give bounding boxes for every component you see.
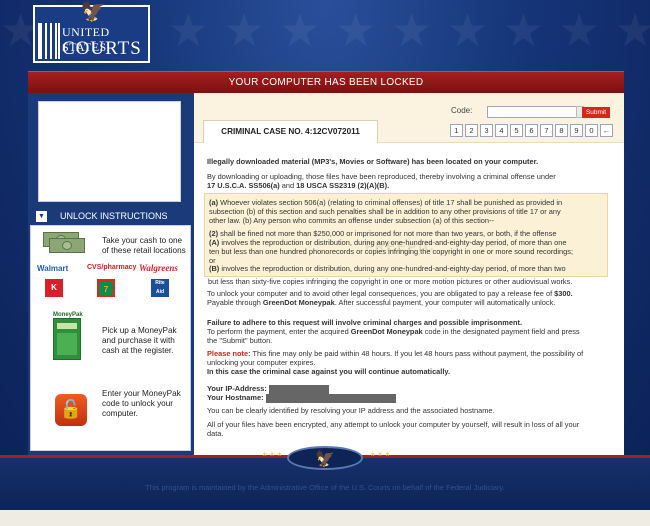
- logo-text-line2: COURTS: [62, 38, 142, 59]
- case-header: CRIMINAL CASE NO. 4:12CV072011 Code: Sub…: [194, 93, 624, 143]
- webcam-preview: [38, 101, 181, 202]
- keypad-key-0[interactable]: 0: [585, 124, 598, 137]
- keypad-key-2[interactable]: 2: [465, 124, 478, 137]
- failure-line3: the "Submit" button.: [207, 336, 273, 345]
- kmart-logo: K: [45, 279, 63, 297]
- main-panel: ▼ UNLOCK INSTRUCTIONS Take your cash to …: [28, 93, 624, 455]
- note-line2: unlocking your computer expires.: [207, 358, 316, 367]
- submit-button[interactable]: Submit: [582, 107, 610, 118]
- law-a-line1: (a) Whoever violates section 506(a) (rel…: [209, 198, 563, 207]
- chevron-down-icon: ▼: [36, 211, 47, 222]
- note-line1: Please note: This fine may only be paid …: [207, 349, 584, 358]
- law-b-line3: ten but less than one hundred phonorecor…: [209, 247, 574, 256]
- law-b-line6: but less than sixty-five copies infringi…: [208, 277, 573, 286]
- locked-banner: YOUR COMPUTER HAS BEEN LOCKED: [28, 71, 624, 93]
- courthouse-icon: [38, 23, 60, 59]
- left-sidebar: ▼ UNLOCK INSTRUCTIONS Take your cash to …: [28, 93, 194, 455]
- failure-line1: Failure to adhere to this request will i…: [207, 318, 523, 327]
- moneypak-card-label: MoneyPak: [53, 312, 83, 318]
- lock-icon: 🔓: [55, 394, 87, 426]
- footer-text: This program is maintained by the Admini…: [145, 483, 505, 492]
- keypad-key-7[interactable]: 7: [540, 124, 553, 137]
- keypad-key-5[interactable]: 5: [510, 124, 523, 137]
- keypad-key-9[interactable]: 9: [570, 124, 583, 137]
- intro-line2: 17 U.S.C.A. SS506(a) and 18 USCA SS2319 …: [207, 181, 390, 190]
- keypad-key-8[interactable]: 8: [555, 124, 568, 137]
- law-a-line3: other law. (b) Any person who commits an…: [209, 216, 494, 225]
- eagle-seal-icon: 🦅: [287, 446, 363, 470]
- hostname-row: Your Hostname:: [207, 393, 396, 403]
- law-a-line2: subsection (b) of this section and such …: [209, 207, 561, 216]
- stars-left: ★★★: [262, 451, 285, 458]
- headline-text: Illegally downloaded material (MP3's, Mo…: [207, 157, 539, 166]
- keypad-key-3[interactable]: 3: [480, 124, 493, 137]
- walmart-logo: Walmart: [37, 264, 69, 273]
- note-line3: In this case the criminal case against y…: [207, 367, 451, 376]
- bill-icon: [49, 238, 85, 253]
- unlock-instructions-title: UNLOCK INSTRUCTIONS: [60, 211, 168, 221]
- case-content: CRIMINAL CASE NO. 4:12CV072011 Code: Sub…: [194, 93, 624, 455]
- intro-line1: By downloading or uploading, those files…: [207, 172, 556, 181]
- step3-text: Enter your MoneyPak code to unlock your …: [102, 389, 181, 418]
- moneypak-card-icon: [53, 318, 81, 360]
- rite-aid-logo: Rite Aid: [151, 279, 169, 297]
- keypad-key-4[interactable]: 4: [495, 124, 508, 137]
- stars-right: ★★★: [370, 451, 393, 458]
- law-text-box: FREEPIC (a) Whoever violates section 506…: [204, 193, 608, 277]
- fine-line1: To unlock your computer and to avoid oth…: [207, 289, 573, 298]
- step1-text: Take your cash to one of these retail lo…: [102, 236, 186, 255]
- code-label: Code:: [451, 106, 473, 115]
- law-b-line5: (B) involves the reproduction or distrib…: [209, 264, 566, 273]
- keypad-key-1[interactable]: 1: [450, 124, 463, 137]
- law-b-line2: (A) involves the reproduction or distrib…: [209, 238, 567, 247]
- law-b-line1: (2) shall be fined not more than $250,00…: [209, 229, 557, 238]
- redacted-hostname: [265, 393, 396, 403]
- fine-line2: Payable through GreenDot Moneypak. After…: [207, 298, 556, 307]
- encrypt-line2: data.: [207, 429, 224, 438]
- case-number-tab: CRIMINAL CASE NO. 4:12CV072011: [203, 120, 378, 143]
- eagle-icon: 🦅: [80, 0, 106, 23]
- cvs-logo: CVS/pharmacy: [87, 264, 137, 271]
- walgreens-logo: Walgreens: [139, 263, 178, 273]
- cash-icon: [43, 232, 87, 254]
- step2-text: Pick up a MoneyPak and purchase it with …: [102, 326, 177, 355]
- keypad-key-backspace[interactable]: ←: [600, 124, 613, 137]
- failure-line2: To perform the payment, enter the acquir…: [207, 327, 580, 336]
- identify-text: You can be clearly identified by resolvi…: [207, 406, 495, 415]
- seven-eleven-logo: 7: [97, 279, 115, 297]
- keypad-key-6[interactable]: 6: [525, 124, 538, 137]
- us-courts-logo: 🦅 UNITED STATES COURTS: [33, 1, 150, 63]
- unlock-steps: Take your cash to one of these retail lo…: [30, 225, 191, 451]
- unlock-instructions-header[interactable]: ▼ UNLOCK INSTRUCTIONS: [28, 209, 194, 224]
- moneypak-code-input[interactable]: [487, 106, 577, 118]
- encrypt-line1: All of your files have been encrypted, a…: [207, 420, 580, 429]
